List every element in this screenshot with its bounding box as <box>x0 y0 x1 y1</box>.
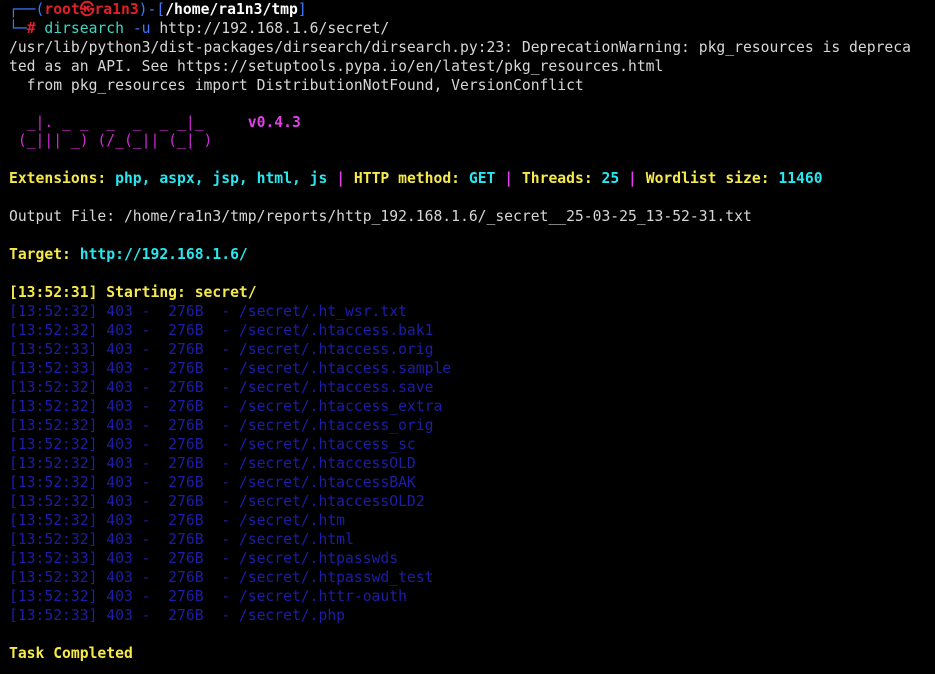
prompt-line-command: └─# dirsearch -u http://192.168.1.6/secr… <box>9 19 935 38</box>
result-row: [13:52:32] 403 - 276B - /secret/.htacces… <box>9 417 434 434</box>
warning-line-1: /usr/lib/python3/dist-packages/dirsearch… <box>9 39 911 56</box>
prompt-hash: # <box>26 20 36 37</box>
prompt-bracket-end: ] <box>297 1 307 18</box>
result-row: [13:52:32] 403 - 276B - /secret/.htacces… <box>9 379 434 396</box>
results-list: [13:52:32] 403 - 276B - /secret/.ht_wsr.… <box>9 302 935 625</box>
prompt-line-top: ┌──(root㉿ra1n3)-[/home/ra1n3/tmp] <box>9 0 935 19</box>
target-value: http://192.168.1.6/ <box>79 246 248 263</box>
starting-text: [13:52:31] Starting: <box>9 284 195 301</box>
result-row: [13:52:32] 403 - 276B - /secret/.htpassw… <box>9 569 434 586</box>
config-separator: | <box>495 170 522 187</box>
result-row: [13:52:32] 403 - 276B - /secret/.htacces… <box>9 493 425 510</box>
warning-line-2: ted as an API. See https://setuptools.py… <box>9 58 664 75</box>
result-row: [13:52:33] 403 - 276B - /secret/.php <box>9 607 346 624</box>
starting-line: [13:52:31] Starting: secret/ <box>9 283 935 302</box>
target-label: Target: <box>9 246 80 263</box>
prompt-bracket-mid: )-[ <box>138 1 166 18</box>
method-value: GET <box>468 170 496 187</box>
extensions-value: php, aspx, jsp, html, js <box>115 170 328 187</box>
prompt-corner-top: ┌──( <box>9 1 45 18</box>
result-row: [13:52:32] 403 - 276B - /secret/.htm <box>9 512 346 529</box>
starting-path: secret/ <box>194 284 257 301</box>
result-row: [13:52:33] 403 - 276B - /secret/.htacces… <box>9 360 452 377</box>
logo-art-line-1: _|. _ _ _ _ _ _|_ <box>9 114 204 131</box>
result-row: [13:52:32] 403 - 276B - /secret/.html <box>9 531 354 548</box>
result-row: [13:52:32] 403 - 276B - /secret/.htacces… <box>9 455 416 472</box>
command-flag: -u <box>132 20 151 37</box>
threads-label: Threads: <box>521 170 602 187</box>
result-row: [13:52:33] 403 - 276B - /secret/.htpassw… <box>9 550 399 567</box>
command-name: dirsearch <box>44 20 124 37</box>
task-completed: Task Completed <box>9 645 133 662</box>
warning-line-3: from pkg_resources import DistributionNo… <box>9 77 584 94</box>
config-separator: | <box>619 170 646 187</box>
command-url-arg: http://192.168.1.6/secret/ <box>159 20 390 37</box>
result-row: [13:52:32] 403 - 276B - /secret/.ht_wsr.… <box>9 303 407 320</box>
method-label: HTTP method: <box>353 170 469 187</box>
terminal-window[interactable]: ┌──(root㉿ra1n3)-[/home/ra1n3/tmp] └─# di… <box>0 0 935 674</box>
prompt-host: ra1n3 <box>94 1 139 18</box>
prompt-user: root <box>44 1 80 18</box>
wordlist-value: 11460 <box>778 170 823 187</box>
dirsearch-logo: _|. _ _ _ _ _ _|_ v0.4.3 (_||| _) (/_(_|… <box>9 114 935 150</box>
result-row: [13:52:32] 403 - 276B - /secret/.htacces… <box>9 474 416 491</box>
target-line: Target: http://192.168.1.6/ <box>9 245 935 264</box>
prompt-cwd: /home/ra1n3/tmp <box>165 1 298 18</box>
threads-value: 25 <box>601 170 620 187</box>
result-row: [13:52:32] 403 - 276B - /secret/.httr-oa… <box>9 588 407 605</box>
wordlist-label: Wordlist size: <box>645 170 779 187</box>
result-row: [13:52:32] 403 - 276B - /secret/.htacces… <box>9 436 416 453</box>
logo-version: v0.4.3 <box>247 114 301 131</box>
logo-art-line-2: (_||| _) (/_(_|| (_| ) <box>9 132 213 149</box>
config-line: Extensions: php, aspx, jsp, html, js | H… <box>9 169 935 188</box>
output-file-line: Output File: /home/ra1n3/tmp/reports/htt… <box>9 208 752 225</box>
result-row: [13:52:33] 403 - 276B - /secret/.htacces… <box>9 341 434 358</box>
prompt-at-symbol: ㉿ <box>79 1 95 18</box>
extensions-label: Extensions: <box>9 170 116 187</box>
result-row: [13:52:32] 403 - 276B - /secret/.htacces… <box>9 322 434 339</box>
config-separator: | <box>327 170 354 187</box>
prompt-corner-bottom: └─ <box>9 20 27 37</box>
result-row: [13:52:32] 403 - 276B - /secret/.htacces… <box>9 398 443 415</box>
